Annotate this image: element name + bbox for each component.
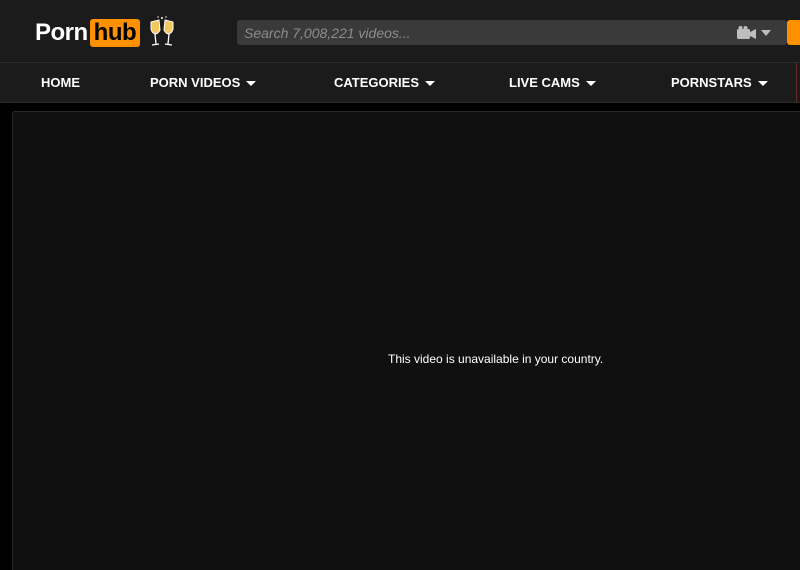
nav-item-pornstars[interactable]: PORNSTARS [671, 63, 768, 102]
site-header: Porn hub [0, 0, 800, 62]
site-logo[interactable]: Porn hub [35, 16, 179, 49]
nav-item-label: PORNSTARS [671, 75, 752, 90]
nav-item-categories[interactable]: CATEGORIES [334, 63, 435, 102]
nav-item-porn-videos[interactable]: PORN VIDEOS [150, 63, 257, 102]
logo-text-hub: hub [89, 19, 141, 47]
nav-item-label: CATEGORIES [334, 75, 419, 90]
caret-down-icon [246, 80, 257, 86]
search-input[interactable] [237, 20, 717, 45]
nav-overflow-edge [796, 63, 800, 102]
caret-down-icon [585, 80, 596, 86]
search-submit-button[interactable] [787, 20, 800, 45]
unavailable-message: This video is unavailable in your countr… [388, 352, 604, 366]
caret-down-icon [425, 80, 435, 86]
nav-item-label: PORN VIDEOS [150, 75, 241, 90]
search-bar [237, 20, 787, 45]
nav-item-home[interactable]: HOME [41, 63, 80, 102]
nav-item-live-cams[interactable]: LIVE CAMS [509, 63, 596, 102]
video-player[interactable]: This video is unavailable in your countr… [12, 111, 800, 570]
champagne-glasses-icon [150, 16, 174, 46]
logo-text-porn: Porn [35, 19, 88, 46]
search-type-toggle[interactable] [737, 24, 773, 42]
nav-item-label: HOME [41, 75, 80, 90]
nav-item-label: LIVE CAMS [509, 75, 580, 90]
caret-down-icon [757, 80, 768, 86]
video-camera-icon [737, 26, 756, 39]
page: Porn hub Search 7,008,221 videos... HOME… [0, 0, 800, 570]
main-nav: HOME PORN VIDEOS CATEGORIES LIVE CAMS PO… [0, 62, 800, 103]
chevron-down-icon [761, 30, 771, 36]
